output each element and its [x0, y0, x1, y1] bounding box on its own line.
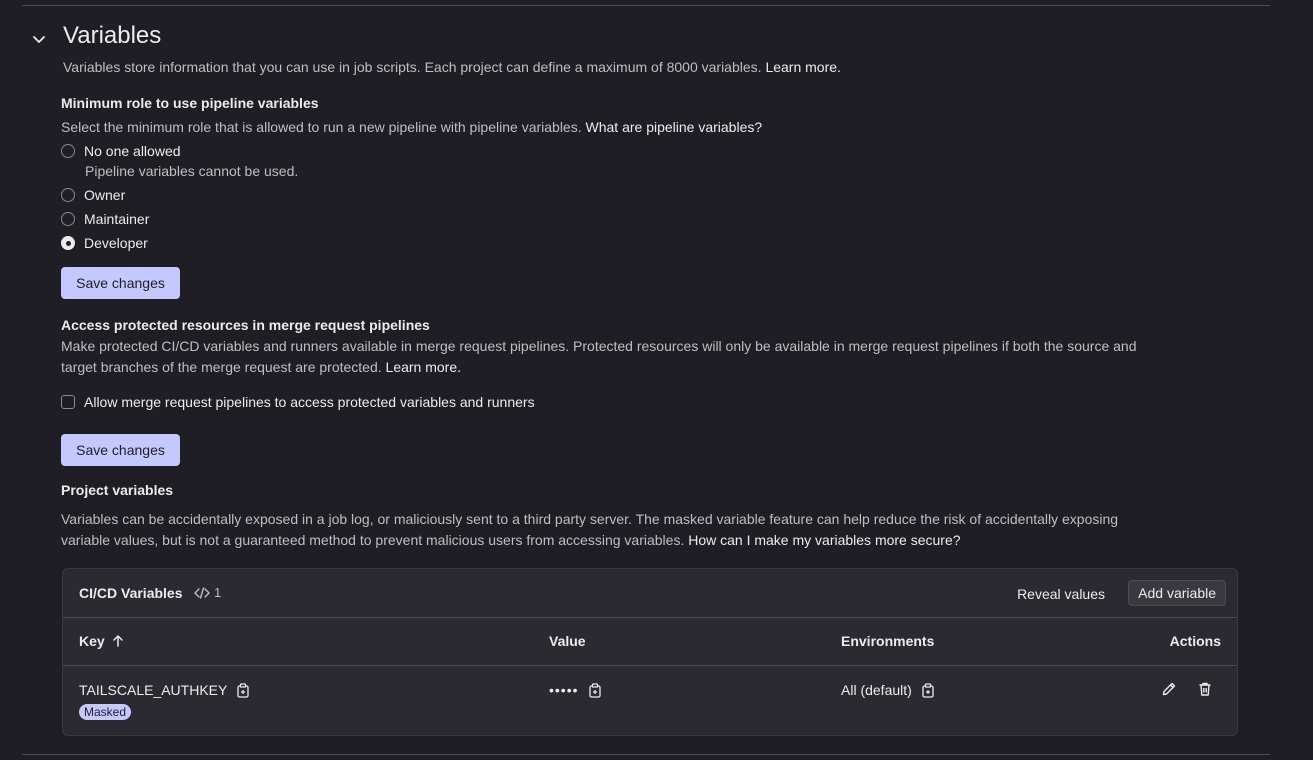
radio-button[interactable]	[61, 212, 75, 226]
section-description: Variables store information that you can…	[63, 59, 841, 75]
radio-owner[interactable]: Owner	[61, 187, 125, 203]
masked-badge: Masked	[79, 704, 132, 720]
save-changes-button-protected[interactable]: Save changes	[61, 434, 180, 466]
chevron-down-icon[interactable]	[29, 29, 49, 49]
table-row: TAILSCALE_AUTHKEY Masked ••••• All (defa…	[63, 666, 1237, 735]
allow-protected-checkbox[interactable]: Allow merge request pipelines to access …	[61, 394, 535, 410]
arrow-up-icon	[112, 635, 123, 647]
column-actions: Actions	[1169, 633, 1221, 649]
secure-variables-link[interactable]: How can I make my variables more secure?	[688, 532, 960, 548]
pipeline-variables-link[interactable]: What are pipeline variables?	[586, 119, 763, 135]
copy-icon	[237, 682, 250, 698]
radio-developer[interactable]: Developer	[61, 235, 148, 251]
table-header: Key Value Environments Actions	[63, 617, 1237, 666]
value-cell: •••••	[549, 682, 602, 698]
project-variables-description: Variables can be accidentally exposed in…	[61, 511, 1119, 548]
learn-more-link[interactable]: Learn more.	[765, 59, 840, 75]
edit-variable-button[interactable]	[1161, 681, 1177, 697]
environment-cell: All (default)	[841, 682, 935, 698]
min-role-heading: Minimum role to use pipeline variables	[61, 95, 319, 111]
card-header: CI/CD Variables 1 Reveal values Add vari…	[63, 569, 1237, 618]
column-key[interactable]: Key	[79, 633, 125, 649]
radio-no-one-allowed[interactable]: No one allowed	[61, 143, 181, 159]
add-variable-button[interactable]: Add variable	[1128, 580, 1226, 606]
radio-button-selected[interactable]	[61, 236, 75, 250]
variable-key: TAILSCALE_AUTHKEY	[79, 682, 228, 698]
radio-button[interactable]	[61, 144, 75, 158]
copy-icon	[588, 682, 601, 698]
protected-description: Make protected CI/CD variables and runne…	[61, 338, 1137, 375]
cicd-variables-card: CI/CD Variables 1 Reveal values Add vari…	[62, 568, 1238, 736]
protected-learn-more-link[interactable]: Learn more.	[386, 359, 461, 375]
divider-top	[22, 5, 1270, 6]
radio-maintainer[interactable]: Maintainer	[61, 211, 149, 227]
delete-variable-button[interactable]	[1197, 681, 1213, 697]
save-changes-button[interactable]: Save changes	[61, 267, 180, 299]
masked-value: •••••	[549, 682, 579, 698]
key-cell: TAILSCALE_AUTHKEY	[79, 682, 250, 698]
protected-heading: Access protected resources in merge requ…	[61, 317, 430, 333]
no-one-allowed-help: Pipeline variables cannot be used.	[85, 163, 299, 179]
project-variables-heading: Project variables	[61, 482, 174, 498]
radio-button[interactable]	[61, 188, 75, 202]
card-title: CI/CD Variables	[79, 585, 183, 601]
column-value: Value	[549, 633, 586, 649]
trash-icon	[1199, 682, 1211, 696]
column-environments: Environments	[841, 633, 935, 649]
environment-value: All (default)	[841, 682, 912, 698]
min-role-description: Select the minimum role that is allowed …	[61, 119, 763, 135]
variable-count: 1	[194, 585, 221, 600]
copy-environment-button[interactable]	[921, 682, 935, 698]
copy-icon	[922, 682, 934, 698]
checkbox[interactable]	[61, 395, 75, 409]
copy-value-button[interactable]	[588, 682, 602, 698]
copy-key-button[interactable]	[236, 682, 250, 698]
code-icon	[194, 586, 210, 599]
reveal-values-button[interactable]: Reveal values	[1009, 581, 1113, 607]
section-title: Variables	[63, 22, 162, 49]
pencil-icon	[1162, 682, 1176, 696]
divider-bottom	[22, 754, 1270, 755]
checkbox-label: Allow merge request pipelines to access …	[84, 394, 535, 410]
